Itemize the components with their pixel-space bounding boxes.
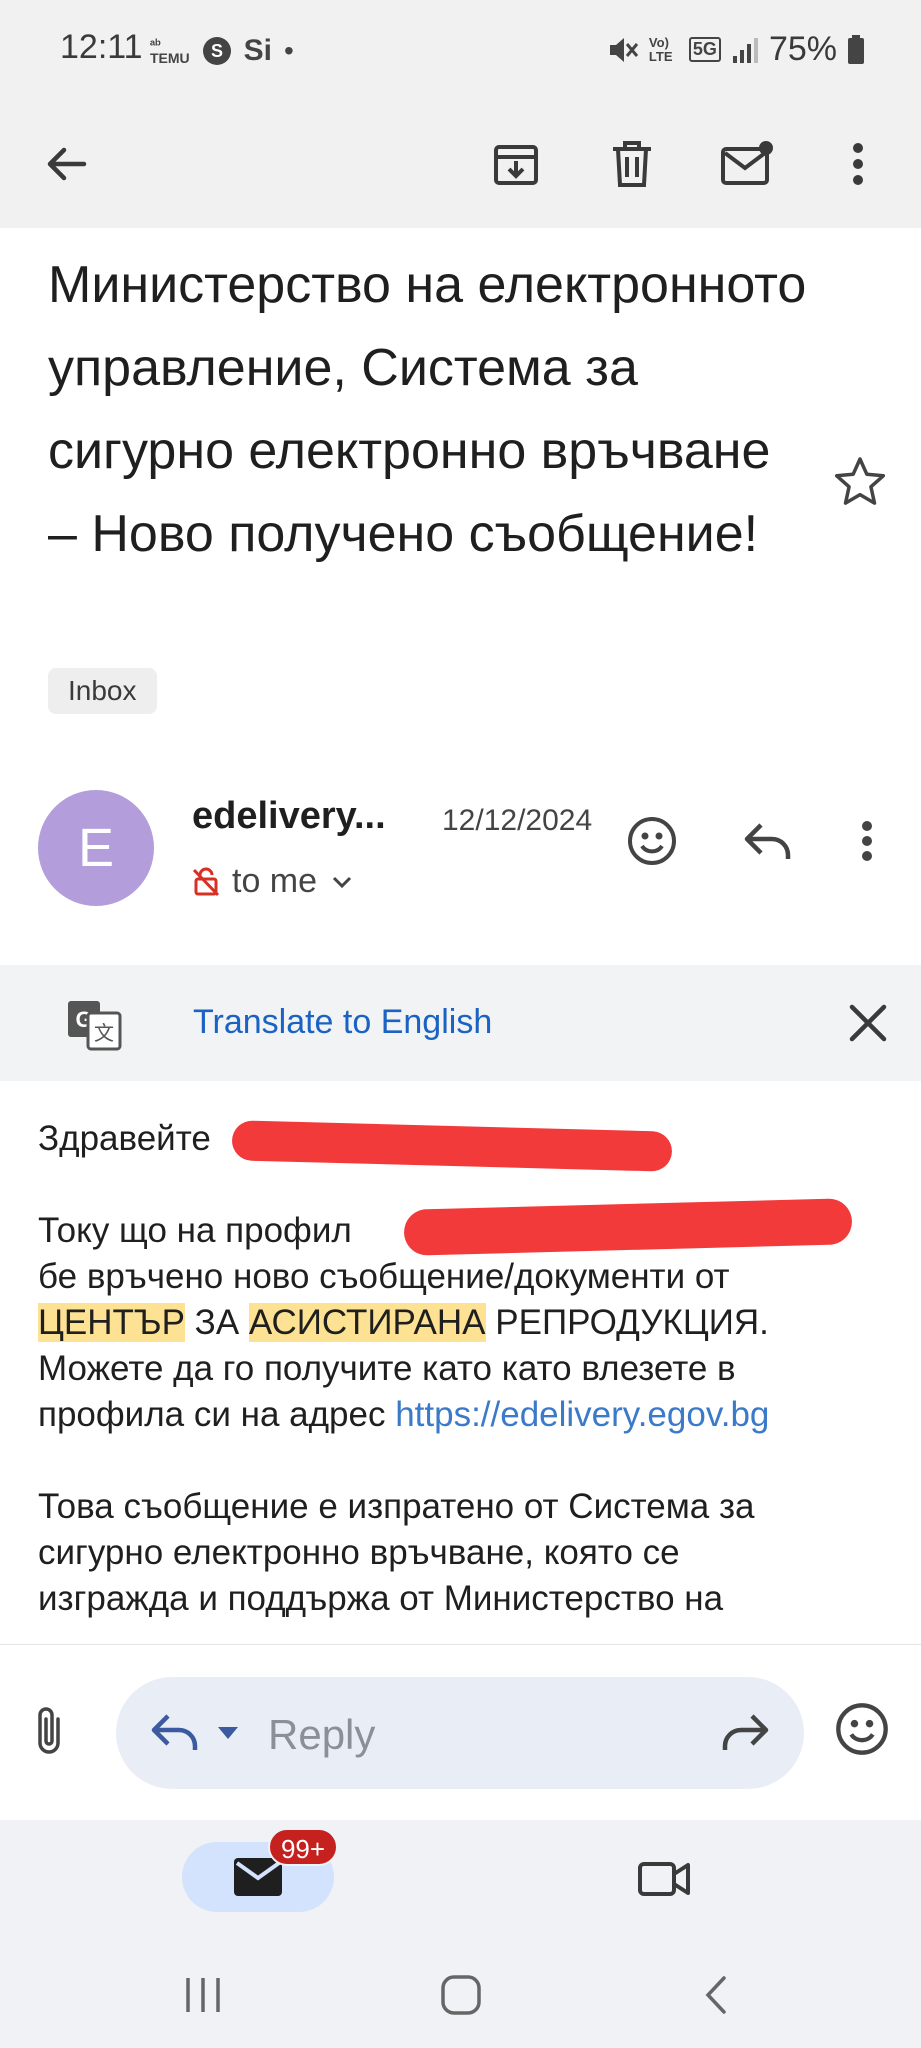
chevron-left-icon [705,1976,726,2014]
to-me-label: to me [232,862,318,900]
status-icons-left: ᵃᵇ TEMU S Si • [150,34,294,68]
recent-apps-button[interactable] [178,1970,228,2020]
email-date: 12/12/2024 [442,804,593,837]
body-line: профила си на адрес https://edelivery.eg… [38,1395,770,1434]
body-line: бе връчено ново съобщение/документи от [38,1257,730,1296]
greeting: Здравейте [38,1119,211,1158]
more-vertical-icon [862,821,872,861]
status-time: 12:11 [60,28,143,66]
mute-icon [609,37,639,62]
reply-button[interactable] [733,806,803,876]
network-type: 5G [688,37,721,62]
si-icon: Si [243,34,273,67]
email-subject: Министерство на електронното управление,… [48,256,807,563]
svg-text:文: 文 [94,1022,114,1045]
battery-icon [848,34,864,64]
more-options-button[interactable] [818,124,898,204]
more-vertical-icon [853,143,863,185]
translate-bar: G文 Translate to English [0,965,921,1081]
attach-button[interactable] [30,1705,82,1757]
paperclip-icon [38,1707,60,1754]
close-translate-button[interactable] [844,999,892,1047]
dot-icon: • [284,35,294,66]
star-outline-icon [834,457,886,505]
archive-button[interactable] [476,124,556,204]
reply-icon [744,823,791,859]
avatar[interactable]: E [38,790,154,906]
reply-mode-dropdown-icon[interactable] [216,1721,240,1745]
home-icon [441,1975,481,2015]
mark-unread-icon [721,141,773,185]
chevron-down-icon [332,876,352,888]
emoji-reaction-button[interactable] [834,1701,892,1759]
body-line: сигурно електронно връчване, която се [38,1533,680,1572]
avatar-initial: E [77,818,115,878]
recipient-details[interactable]: to me [192,862,355,901]
bottom-nav: 99+ [0,1820,921,1940]
mark-unread-button[interactable] [708,124,788,204]
translate-link[interactable]: Translate to English [193,1003,492,1042]
volte-icon: Vo) LTE [648,34,673,64]
google-translate-icon: G文 [66,997,122,1053]
emoji-icon [836,1703,888,1755]
react-button[interactable] [617,806,687,876]
delete-button[interactable] [592,124,672,204]
video-camera-icon [638,1862,690,1896]
home-button[interactable] [436,1970,486,2020]
unread-count-badge: 99+ [268,1828,338,1866]
nav-meet-tab[interactable] [636,1850,692,1906]
back-button[interactable] [26,124,106,204]
reply-bar: Reply [0,1644,921,1820]
battery-level: 75% [768,30,837,68]
recent-apps-icon [186,1978,220,2012]
body-line: Това съобщение е изпратено от Система за [38,1487,755,1526]
system-nav-bar [0,1940,921,2048]
delete-icon [613,141,651,187]
reply-compose-field[interactable]: Reply [116,1677,804,1789]
body-line: ЦЕНТЪР ЗА АСИСТИРАНА РЕПРОДУКЦИЯ. [38,1303,769,1342]
temu-icon: ᵃᵇ TEMU [150,36,190,66]
close-icon [849,1004,887,1042]
body-line: Можете да го получите като като влезете … [38,1349,736,1388]
message-more-button[interactable] [832,806,902,876]
status-icons-right: Vo) LTE 5G 75% [605,30,865,69]
signal-icon [732,37,758,63]
forward-icon[interactable] [720,1707,770,1757]
mail-icon [234,1858,282,1896]
inbox-label[interactable]: Inbox [48,668,157,714]
unencrypted-lock-icon [192,867,220,896]
back-arrow-icon [47,147,87,181]
star-button[interactable] [832,454,892,514]
sender-name[interactable]: edelivery... [192,795,386,838]
system-back-button[interactable] [692,1970,742,2020]
toolbar [0,100,921,228]
body-line: изгражда и поддържа от Министерство на [38,1579,724,1618]
status-bar: 12:11 ᵃᵇ TEMU S Si • Vo) LTE 5G 75% [0,0,921,100]
search-highlight: АСИСТИРАНА [248,1303,486,1342]
s-circle-icon: S [202,37,231,65]
email-body: Здравейтеа, Току що на профил бе връчено… [38,1116,898,1622]
reply-placeholder: Reply [268,1711,376,1758]
search-highlight: ЦЕНТЪР [38,1303,185,1342]
reply-icon [151,1714,198,1750]
svg-text:S: S [211,41,223,61]
edelivery-link[interactable]: https://edelivery.egov.bg [395,1395,769,1434]
emoji-icon [628,817,676,865]
archive-icon [494,145,538,185]
